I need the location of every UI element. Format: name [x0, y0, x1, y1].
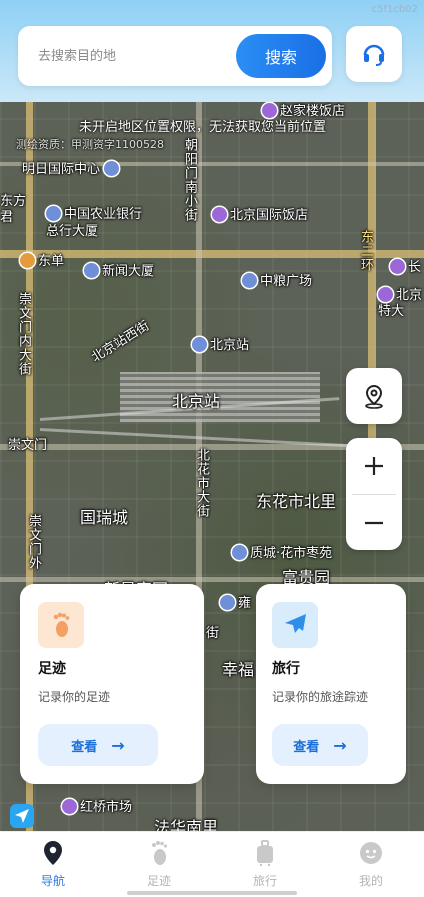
- tab-footprint[interactable]: 足迹: [106, 832, 212, 897]
- map-poi-label: 赵家楼饭店: [262, 102, 345, 119]
- map-poi-label: 红桥市场: [62, 796, 132, 815]
- market-poi-icon: [62, 799, 77, 814]
- zoom-controls: [346, 438, 402, 550]
- bottom-tab-bar: 导航 足迹 旅行 我的: [0, 831, 424, 897]
- map-app-badge[interactable]: [10, 804, 34, 828]
- search-input[interactable]: [38, 44, 228, 68]
- map-poi-label: 国瑞城: [80, 508, 129, 527]
- arrow-right-icon: →: [333, 735, 347, 755]
- street-label: 崇文门内大街: [16, 292, 31, 376]
- map-poi-label: 北京站: [172, 392, 221, 411]
- zoom-out-button[interactable]: [346, 495, 402, 550]
- footprint-card[interactable]: 足迹 记录你的足迹 查看 →: [20, 584, 204, 784]
- street-label: 崇文门外: [26, 514, 41, 570]
- location-pin-icon: [40, 840, 66, 866]
- building-poi-icon: [46, 206, 61, 221]
- map-poi-label: 北京国际饭店: [212, 204, 308, 223]
- road: [0, 577, 424, 582]
- tab-label: 导航: [40, 874, 65, 888]
- building-poi-icon: [242, 273, 257, 288]
- map-poi-label: 崇文门: [8, 438, 48, 453]
- card-description: 记录你的旅途踪迹: [272, 690, 369, 704]
- map-poi-label: 长: [390, 256, 421, 275]
- building-poi-icon: [232, 545, 247, 560]
- minus-icon: [365, 521, 383, 525]
- headset-icon: [363, 44, 385, 66]
- send-icon: [15, 809, 29, 823]
- card-title: 足迹: [38, 661, 66, 677]
- building-poi-icon: [84, 263, 99, 278]
- zoom-in-button[interactable]: [346, 438, 402, 494]
- station-poi-icon: [192, 337, 207, 352]
- building-poi-icon: [104, 161, 120, 176]
- street-label: 朝阳门南小街: [182, 138, 197, 222]
- tab-label: 足迹: [146, 874, 171, 888]
- street-label: 北花市大街: [194, 448, 209, 518]
- building-poi-icon: [220, 595, 235, 610]
- corner-tag: c5f1cb02: [371, 4, 418, 15]
- travel-card[interactable]: 旅行 记录你的旅途踪迹 查看 →: [256, 584, 406, 784]
- home-indicator: [127, 891, 297, 895]
- map-poi-label: 中国农业银行总行大厦: [46, 206, 143, 239]
- location-pin-icon: [365, 384, 383, 409]
- tab-label: 我的: [358, 874, 383, 888]
- footprint-icon: [146, 840, 172, 866]
- view-button-label: 查看: [293, 739, 320, 755]
- locate-button[interactable]: [346, 368, 402, 424]
- top-header: c5f1cb02 搜索: [0, 0, 424, 102]
- footprint-icon: [53, 612, 70, 637]
- street-label: 北京站西街: [89, 318, 153, 366]
- transit-poi-icon: [20, 253, 35, 268]
- hotel-poi-icon: [378, 287, 393, 302]
- arrow-right-icon: →: [111, 735, 125, 755]
- map-poi-label: 幸福: [222, 660, 255, 679]
- view-travel-button[interactable]: 查看 →: [272, 724, 368, 766]
- map-poi-label: 东方君: [0, 194, 27, 225]
- map-poi-label: 街: [206, 626, 220, 641]
- map-poi-label: 质城·花市枣苑: [232, 542, 332, 561]
- luggage-icon: [252, 840, 278, 866]
- map-poi-label: 北京特大: [378, 287, 423, 319]
- tab-label: 旅行: [252, 874, 277, 888]
- hotel-poi-icon: [390, 259, 405, 274]
- map-poi-label: 东花市北里: [256, 492, 337, 511]
- customer-service-button[interactable]: [346, 26, 402, 82]
- tab-navigation[interactable]: 导航: [0, 832, 106, 897]
- airplane-icon: [285, 614, 306, 633]
- street-label: 东二环: [358, 230, 373, 272]
- search-button[interactable]: 搜索: [236, 34, 326, 78]
- footprint-card-icon: [38, 602, 84, 648]
- map-poi-label: 新闻大厦: [84, 260, 154, 279]
- search-bar: 搜索: [18, 26, 332, 86]
- travel-card-icon: [272, 602, 318, 648]
- hotel-poi-icon: [212, 207, 227, 222]
- map-poi-label: 北京站: [192, 334, 249, 353]
- map-poi-label: 明日国际中心: [22, 158, 122, 177]
- map-poi-label: 中粮广场: [242, 270, 312, 289]
- map-poi-label: 东单: [20, 250, 64, 269]
- map-watermark: 测绘资质：甲测资字1100528: [16, 138, 164, 151]
- hotel-poi-icon: [262, 103, 277, 118]
- view-footprint-button[interactable]: 查看 →: [38, 724, 158, 766]
- tab-travel[interactable]: 旅行: [212, 832, 318, 897]
- plus-icon: [365, 457, 383, 475]
- tab-profile[interactable]: 我的: [318, 832, 424, 897]
- card-title: 旅行: [272, 661, 300, 677]
- view-button-label: 查看: [71, 739, 98, 755]
- profile-icon: [358, 840, 384, 866]
- card-description: 记录你的足迹: [38, 690, 111, 704]
- map-poi-label: 雍: [220, 592, 251, 611]
